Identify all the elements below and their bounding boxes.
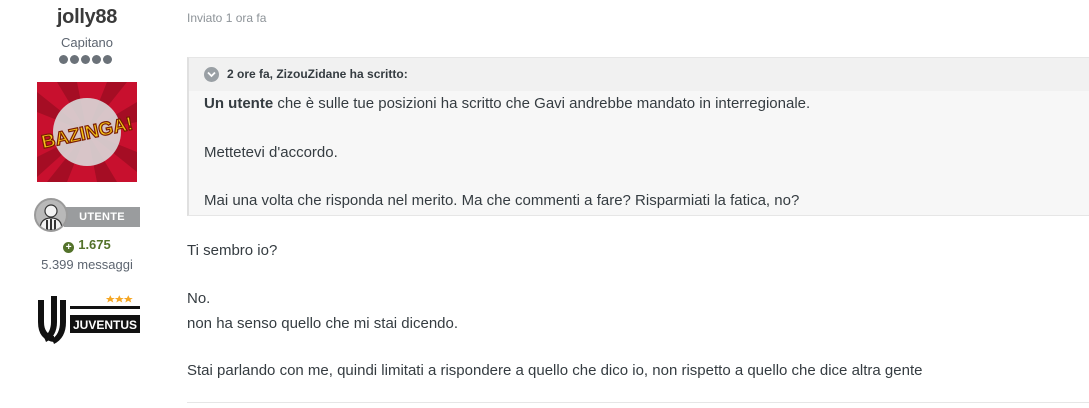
quote-line-3: Mai una volta che risponda nel merito. M… [204,192,800,209]
quote-citation[interactable]: 2 ore fa, ZizouZidane ha scritto: [227,67,408,81]
quote-line-1: Un utente che è sulle tue posizioni ha s… [204,95,810,112]
rank-pip [92,55,101,64]
avatar[interactable]: BAZINGA! [37,82,137,182]
rank-pip [70,55,79,64]
rank-pips [59,55,112,64]
club-logo-text: JUVENTUS [73,318,137,332]
bazinga-avatar-image: BAZINGA! [37,82,137,182]
post-count: 5.399 messaggi [41,257,133,272]
user-badge-icon [34,198,68,232]
post-body-line-1: Ti sembro io? [187,242,278,259]
post-body-line-4: Stai parlando con me, quindi limitati a … [187,362,923,379]
post-body-line-3: non ha senso quello che mi stai dicendo. [187,315,459,332]
quote-line-1-text: che è sulle tue posizioni ha scritto che… [273,95,811,112]
quote-line-2: Mettetevi d'accordo. [204,144,338,161]
reputation-value: 1.675 [78,237,111,252]
chevron-down-icon[interactable] [204,67,219,82]
author-username[interactable]: jolly88 [0,6,174,29]
group-badge: UTENTE [34,198,140,232]
quote-header[interactable]: 2 ore fa, ZizouZidane ha scritto: [189,58,1089,91]
quote-block: 2 ore fa, ZizouZidane ha scritto: Un ute… [187,57,1089,216]
author-rank-title: Capitano [60,35,114,50]
quote-lead-bold: Un utente [204,95,274,112]
post-divider [187,402,1089,403]
reputation: +1.675 [0,237,174,253]
juventus-logo: JUVENTUS [32,292,142,346]
post-timestamp[interactable]: Inviato 1 ora fa [187,11,266,25]
rank-pip [81,55,90,64]
rank-pip [59,55,68,64]
rank-pip [103,55,112,64]
plus-circle-icon: + [63,242,75,253]
post-body-line-2: No. [187,290,211,307]
group-badge-label: UTENTE [64,207,140,227]
